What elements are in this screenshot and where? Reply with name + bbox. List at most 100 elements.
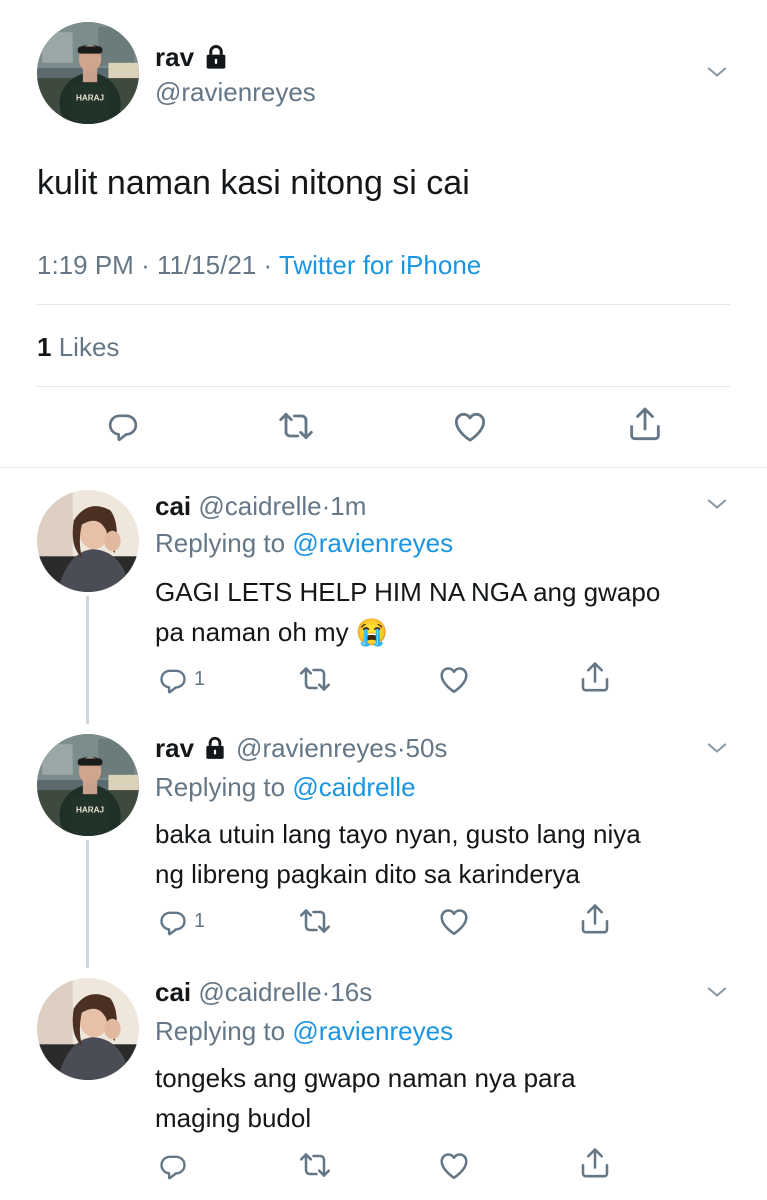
retweet-button[interactable] (297, 903, 333, 939)
tweet-time: 1:19 PM (37, 250, 134, 280)
share-button[interactable] (577, 901, 613, 937)
meta-separator: · (396, 733, 406, 763)
avatar[interactable] (37, 490, 139, 592)
reply-text-line: GAGI LETS HELP HIM NA NGA ang gwapo (155, 577, 661, 607)
meta-separator: · (321, 491, 331, 521)
reply-button[interactable]: 1 (156, 662, 205, 696)
share-icon (577, 901, 613, 937)
share-icon (577, 659, 613, 695)
likes-count: 1 (37, 332, 52, 362)
chevron-down-icon (703, 58, 731, 86)
chevron-down-icon (703, 734, 731, 762)
avatar-image (37, 978, 139, 1080)
reply-icon (156, 662, 190, 696)
meta-separator: · (263, 250, 273, 280)
likes-stat[interactable]: 1 Likes (37, 332, 119, 362)
like-button[interactable] (436, 1147, 472, 1183)
replying-to: Replying to @ravienreyes (155, 527, 453, 559)
likes-label: Likes (58, 332, 120, 362)
thread-line (86, 840, 89, 968)
chevron-down-icon (703, 978, 731, 1006)
main-tweet-name-row: rav (155, 42, 230, 72)
reply-text-line: tongeks ang gwapo naman nya para (155, 1063, 576, 1093)
like-icon (436, 1147, 472, 1183)
retweet-icon (297, 1147, 333, 1183)
crying-emoji: 😭 (355, 617, 389, 647)
reply-text: GAGI LETS HELP HIM NA NGA ang gwapo pa n… (155, 572, 660, 652)
retweet-button[interactable] (297, 1147, 333, 1183)
reply-text-line: ng libreng pagkain dito sa karinderya (155, 859, 580, 889)
retweet-button[interactable] (297, 661, 333, 697)
thread-line (86, 596, 89, 724)
avatar[interactable] (37, 734, 139, 836)
share-button[interactable] (577, 1145, 613, 1181)
retweet-icon (297, 661, 333, 697)
reply-button[interactable] (156, 1148, 194, 1182)
tweet-text: kulit naman kasi nitong si cai (37, 164, 470, 202)
display-name[interactable]: cai (155, 491, 191, 521)
like-button[interactable] (436, 903, 472, 939)
tweet-menu-chevron[interactable] (703, 978, 731, 1011)
tweet-meta: 1:19 PM · 11/15/21 · Twitter for iPhone (37, 249, 481, 281)
reply-header: rav @ravienreyes · 50s (155, 732, 447, 764)
like-icon (436, 903, 472, 939)
reply-time: 50s (405, 733, 448, 763)
share-button[interactable] (625, 404, 665, 444)
replying-to: Replying to @caidrelle (155, 771, 416, 803)
replying-to-handle[interactable]: @ravienreyes (292, 1016, 453, 1046)
tweet-client-link[interactable]: Twitter for iPhone (279, 250, 481, 280)
replying-to-handle[interactable]: @ravienreyes (292, 528, 453, 558)
reply-time: 1m (330, 491, 367, 521)
tweet-menu-chevron[interactable] (703, 490, 731, 523)
avatar-image (37, 22, 139, 124)
replying-prefix: Replying to (155, 772, 286, 802)
tweet-menu-chevron[interactable] (703, 734, 731, 767)
divider (37, 304, 730, 305)
handle[interactable]: @caidrelle (198, 977, 321, 1007)
replying-to: Replying to @ravienreyes (155, 1015, 453, 1047)
like-button[interactable] (450, 406, 490, 446)
reply-header: cai @caidrelle·16s (155, 976, 372, 1008)
lock-icon (202, 43, 230, 71)
display-name[interactable]: cai (155, 977, 191, 1007)
like-icon (450, 406, 490, 446)
retweet-button[interactable] (276, 406, 316, 446)
handle[interactable]: @ravienreyes (236, 732, 397, 764)
handle[interactable]: @ravienreyes (155, 76, 316, 108)
reply-text-line: baka utuin lang tayo nyan, gusto lang ni… (155, 819, 641, 849)
avatar[interactable] (37, 978, 139, 1080)
handle[interactable]: @caidrelle (198, 491, 321, 521)
reply-count: 1 (194, 667, 206, 690)
reply-text: baka utuin lang tayo nyan, gusto lang ni… (155, 814, 641, 894)
reply-icon (104, 406, 142, 444)
display-name[interactable]: rav (155, 42, 194, 72)
like-button[interactable] (436, 661, 472, 697)
replying-to-handle[interactable]: @caidrelle (292, 772, 415, 802)
divider (0, 467, 767, 468)
reply-button[interactable] (104, 406, 142, 444)
retweet-icon (276, 406, 316, 446)
reply-header: cai @caidrelle·1m (155, 490, 366, 522)
divider (37, 386, 730, 387)
reply-text-line: pa naman oh my (155, 617, 349, 647)
replying-prefix: Replying to (155, 1016, 286, 1046)
meta-separator: · (141, 250, 150, 280)
like-icon (436, 661, 472, 697)
share-icon (577, 1145, 613, 1181)
meta-separator: · (321, 977, 331, 1007)
reply-button[interactable]: 1 (156, 904, 205, 938)
tweet-date: 11/15/21 (156, 250, 257, 280)
avatar-image (37, 490, 139, 592)
share-icon (625, 404, 665, 444)
chevron-down-icon (703, 490, 731, 518)
tweet-menu-chevron[interactable] (703, 58, 731, 91)
avatar[interactable] (37, 22, 139, 124)
reply-icon (156, 1148, 190, 1182)
reply-text: tongeks ang gwapo naman nya para maging … (155, 1058, 576, 1138)
display-name[interactable]: rav (155, 732, 194, 764)
share-button[interactable] (577, 659, 613, 695)
reply-count: 1 (194, 909, 206, 932)
avatar-image (37, 734, 139, 836)
reply-icon (156, 904, 190, 938)
reply-text-line: maging budol (155, 1103, 312, 1133)
